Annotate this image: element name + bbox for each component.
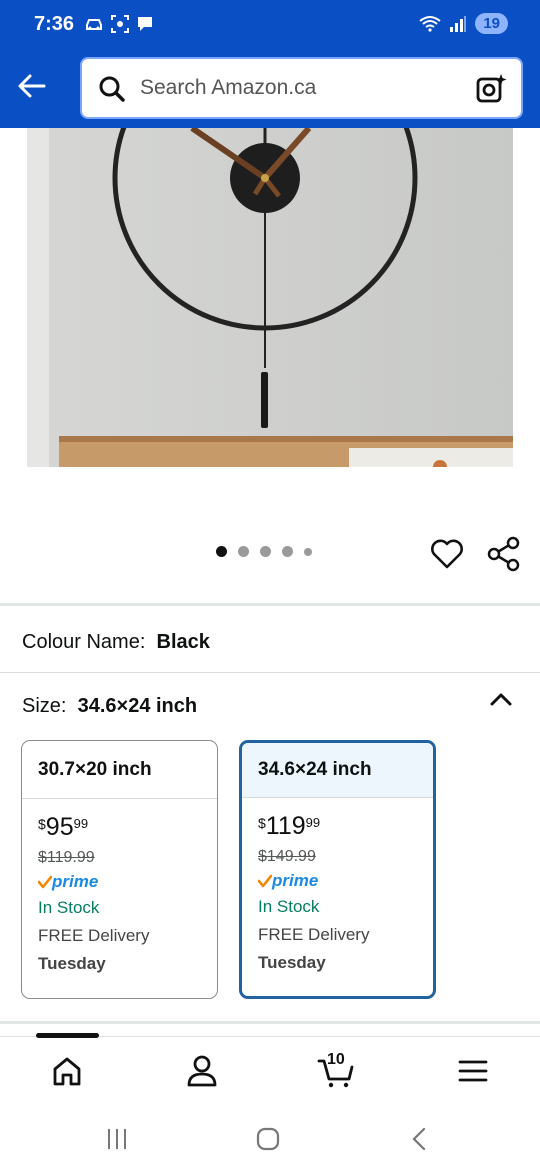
back-arrow-icon[interactable] xyxy=(14,68,50,104)
carousel-dot[interactable] xyxy=(304,547,312,556)
prime-label: prime xyxy=(272,871,319,890)
price-cents: 99 xyxy=(305,815,321,830)
colour-row: Colour Name: Black xyxy=(22,631,210,654)
stock-status: In Stock xyxy=(38,898,100,917)
carousel-dot[interactable] xyxy=(238,546,249,557)
price-dollars: 95 xyxy=(45,813,74,841)
prime-check-icon xyxy=(258,874,272,888)
delivery-text: FREE Delivery xyxy=(258,925,370,944)
cart-count: 10 xyxy=(327,1051,345,1068)
back-chevron-icon[interactable] xyxy=(407,1126,433,1152)
account-icon[interactable] xyxy=(182,1051,222,1091)
system-status-icons: 19 xyxy=(419,13,508,34)
system-nav-bar xyxy=(0,1108,540,1170)
prime-check-icon xyxy=(38,875,52,889)
size-row[interactable]: Size: 34.6×24 inch xyxy=(22,695,197,718)
nav-active-indicator xyxy=(36,1033,99,1038)
search-box[interactable] xyxy=(80,57,523,119)
price-currency: $ xyxy=(38,816,46,832)
signal-icon xyxy=(450,15,467,32)
status-time: 7:36 xyxy=(34,13,75,35)
section-divider xyxy=(0,603,540,606)
delivery-day: Tuesday xyxy=(38,954,106,973)
price-currency: $ xyxy=(258,815,266,831)
prime-label: prime xyxy=(52,872,99,891)
price-dollars: 119 xyxy=(265,812,306,840)
app-header xyxy=(0,52,540,128)
carousel-dot[interactable] xyxy=(216,546,227,557)
colour-label: Colour Name: xyxy=(22,631,146,653)
status-bar: 7:36 19 xyxy=(0,0,540,52)
product-image[interactable] xyxy=(27,128,513,467)
search-icon xyxy=(99,76,125,102)
price-cents: 99 xyxy=(73,816,89,831)
notification-icons xyxy=(84,14,154,34)
car-icon xyxy=(86,19,102,30)
prime-badge: prime xyxy=(38,872,217,892)
price: $ 119 99 xyxy=(258,812,433,841)
carousel-dot[interactable] xyxy=(282,546,293,557)
size-option-name: 30.7×20 inch xyxy=(22,741,217,799)
image-carousel-dots xyxy=(216,546,312,557)
camera-search-icon[interactable] xyxy=(475,72,509,106)
row-divider xyxy=(0,672,540,673)
battery-icon: 19 xyxy=(475,13,508,34)
colour-value: Black xyxy=(156,631,210,653)
delivery-text: FREE Delivery xyxy=(38,926,150,945)
list-price: $119.99 xyxy=(38,849,95,866)
section-divider xyxy=(0,1021,540,1024)
price: $ 95 99 xyxy=(38,813,217,842)
home-icon[interactable] xyxy=(47,1051,87,1091)
carousel-dot[interactable] xyxy=(260,546,271,557)
bottom-nav: 10 xyxy=(0,1033,540,1108)
wifi-icon xyxy=(419,15,441,32)
chat-icon xyxy=(138,17,152,31)
search-input[interactable] xyxy=(140,59,460,117)
heart-icon[interactable] xyxy=(430,538,464,570)
home-circle-icon[interactable] xyxy=(255,1126,281,1152)
share-icon[interactable] xyxy=(487,536,521,572)
list-price: $149.99 xyxy=(258,848,316,865)
size-option-name: 34.6×24 inch xyxy=(242,743,433,798)
size-option-card[interactable]: 30.7×20 inch $ 95 99 $119.99 prime In St… xyxy=(21,740,218,999)
size-label: Size: xyxy=(22,695,67,717)
screenshot-icon xyxy=(111,15,129,33)
menu-icon[interactable] xyxy=(453,1051,493,1091)
recent-apps-icon[interactable] xyxy=(104,1126,130,1152)
prime-badge: prime xyxy=(258,871,433,891)
size-value: 34.6×24 inch xyxy=(77,695,198,717)
delivery-day: Tuesday xyxy=(258,953,326,972)
size-option-card-selected[interactable]: 34.6×24 inch $ 119 99 $149.99 prime In S… xyxy=(239,740,436,999)
chevron-up-icon[interactable] xyxy=(486,688,516,710)
stock-status: In Stock xyxy=(258,897,320,916)
